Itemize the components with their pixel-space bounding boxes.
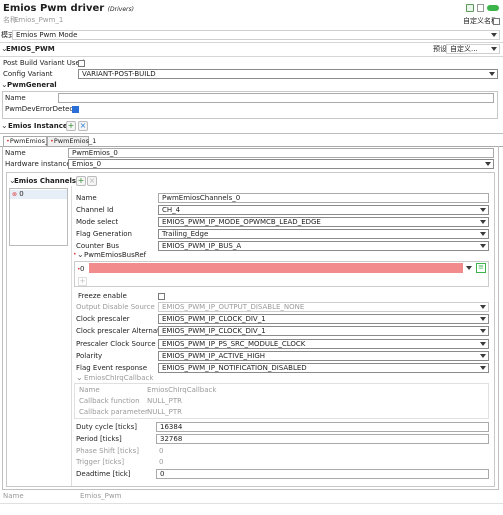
page-subtitle: (Drivers) [107,6,134,13]
instance-name-input[interactable]: PwmEmios_0 [68,148,494,158]
output-disable-source-label: Output Disable Source [76,303,155,311]
clock-prescaler-select[interactable]: EMIOS_PWM_IP_CLOCK_DIV_1 [158,314,489,325]
flag-event-response-label: Flag Event response [76,364,148,372]
post-build-checkbox[interactable] [78,60,85,67]
add-channel-icon[interactable]: + [76,176,86,186]
remove-icon[interactable]: × [78,121,88,131]
channel-id-label: Channel Id [76,206,114,214]
polarity-label: Polarity [76,351,103,360]
phase-shift-ticks-value: 0 [159,446,164,455]
page-title: Emios Pwm driver (Drivers) [3,3,134,14]
collapse-icon[interactable]: ⌄ [1,121,8,130]
collapse-icon[interactable]: ⌄ [77,250,84,259]
post-build-label: Post Build Variant Used [3,59,85,67]
toggle-icon[interactable] [487,5,499,11]
freeze-checkbox[interactable] [158,293,165,300]
remove-channel-icon[interactable]: × [87,176,97,186]
duty-cycle-ticks-input[interactable]: 16384 [156,422,489,432]
prescaler-clock-source-select[interactable]: EMIOS_PWM_IP_PS_SRC_MODULE_CLOCK [158,338,489,349]
duty-cycle-ticks-label: Duty cycle [ticks] [76,423,137,431]
mode-select[interactable]: Emios Pwm Mode [12,30,500,40]
general-name-input[interactable] [58,93,494,103]
add-busref-icon[interactable]: + [78,277,87,286]
footer-name-value: Emios_Pwm [80,492,122,500]
busref-dropdown[interactable] [464,263,474,273]
period-ticks-input[interactable]: 32768 [156,433,489,444]
busref-marker: • [73,251,77,258]
general-name-label: Name [5,94,26,102]
config-variant-select[interactable]: VARIANT-POST-BUILD [78,69,498,79]
flag-event-response-select[interactable]: EMIOS_PWM_IP_NOTIFICATION_DISABLED [158,363,489,373]
name-value: Emios_Pwm_1 [14,16,64,24]
section-emios-pwm: EMIOS_PWM [6,45,55,53]
dev-error-checkbox[interactable] [72,106,79,113]
tab-pwm-emios-1[interactable]: •PwmEmios_1 [47,136,96,146]
clock-prescaler-alternate-select[interactable]: EMIOS_PWM_IP_CLOCK_DIV_1 [158,326,489,337]
deadtime-tick-input[interactable]: 0 [156,469,489,480]
output-disable-source-select: EMIOS_PWM_IP_OUTPUT_DISABLE_NONE [158,302,489,312]
save-icon[interactable] [466,4,474,12]
prescaler-clock-source-label: Prescaler Clock Source [76,339,156,348]
callback-title: EmiosChIrqCallback [84,374,154,382]
list-icon[interactable]: ≡ [476,263,486,273]
footer-name-label: Name [3,492,24,500]
phase-shift-ticks-label: Phase Shift [ticks] [76,446,139,455]
hw-instance-select[interactable]: Emios_0 [68,159,494,169]
channel-id-select[interactable]: CH_4 [158,205,489,215]
deadtime-tick-label: Deadtime [tick] [76,470,131,479]
preset-select[interactable]: 自定义... [446,44,500,54]
hw-instance-label: Hardware instance [5,160,71,168]
instance-name-label: Name [5,149,26,157]
busref-label: PwmEmiosBusRef [84,251,147,259]
section-emios-instance: Emios Instance [8,122,68,130]
trigger-ticks-label: Trigger [ticks] [76,458,125,467]
polarity-select[interactable]: EMIOS_PWM_IP_ACTIVE_HIGH [158,350,489,361]
name-input[interactable]: PwmEmiosChannels_0 [158,193,489,203]
callback-callback-function-label: Callback function [79,397,140,405]
callback-callback-parameter-label: Callback parameter [79,408,148,416]
section-pwm-general: PwmGeneral [7,81,57,89]
preset-label: 预设 [433,45,447,53]
add-icon[interactable]: + [66,121,76,131]
callback-name-label: Name [79,386,100,394]
custom-name-checkbox[interactable] [493,18,500,25]
dev-error-label: PwmDevErrorDetect [5,105,77,113]
channel-list-item[interactable]: ⊗ 0 [10,190,67,199]
period-ticks-label: Period [ticks] [76,434,122,443]
mode-select-select[interactable]: EMIOS_PWM_IP_MODE_OPWMCB_LEAD_EDGE [158,217,489,227]
callback-name-value: EmiosChIrqCallback [147,386,217,394]
mode-select-label: Mode select [76,218,119,226]
clock-prescaler-alternate-label: Clock prescaler Alternate [76,327,165,336]
freeze-label: Freeze enable [78,292,127,300]
callback-callback-function-value: NULL_PTR [147,397,183,405]
collapse-icon[interactable]: ⌄ [76,373,83,382]
name-label: Name [76,194,97,202]
busref-index: 0 [80,265,85,273]
config-variant-label: Config Variant [3,70,53,78]
clock-prescaler-label: Clock prescaler [76,315,130,324]
flag-generation-label: Flag Generation [76,230,132,238]
tab-pwm-emios-0[interactable]: •PwmEmios_0 [3,136,52,146]
section-emios-channels: Emios Channels [14,177,77,185]
flag-generation-select[interactable]: Trailing_Edge [158,229,489,239]
counter-bus-select[interactable]: EMIOS_PWM_IP_BUS_A [158,241,489,251]
document-icon[interactable] [477,4,484,12]
callback-callback-parameter-value: NULL_PTR [147,408,183,416]
busref-value-field[interactable] [89,263,463,273]
trigger-ticks-value: 0 [159,458,164,467]
